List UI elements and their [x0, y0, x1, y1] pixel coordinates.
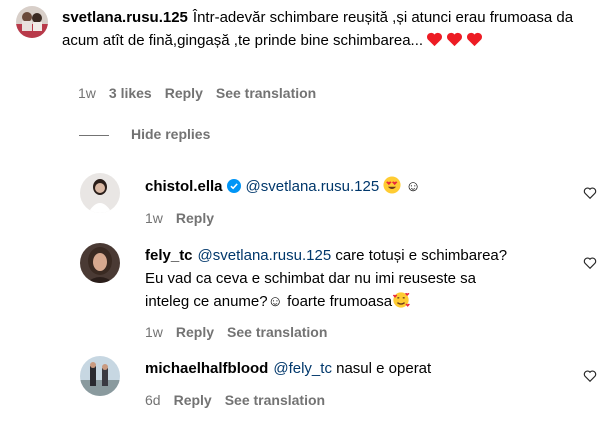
- reply-text: michaelhalfblood @fely_tc nasul e operat: [145, 357, 585, 380]
- heart-emoji-icon: [427, 32, 443, 47]
- like-heart-icon[interactable]: [583, 256, 597, 270]
- reply-line: fely_tc @svetlana.rusu.125 care totuși e …: [145, 244, 585, 267]
- likes-count-button[interactable]: 3 likes: [109, 85, 152, 101]
- reply-text: fely_tc @svetlana.rusu.125 care totuși e …: [145, 244, 585, 313]
- heart-eyes-emoji-icon: [383, 176, 401, 194]
- see-translation-button[interactable]: See translation: [227, 324, 327, 340]
- reply-body: ☺: [405, 178, 421, 195]
- reply-username[interactable]: michaelhalfblood: [145, 360, 268, 377]
- reply-meta: 6d Reply See translation: [145, 392, 338, 408]
- reply-meta: 1w Reply See translation: [145, 324, 340, 340]
- reply-text: chistol.ella @svetlana.rusu.125 ☺: [145, 175, 565, 198]
- reply-button[interactable]: Reply: [165, 85, 203, 101]
- reply-line: Eu vad ca ceva e schimbat dar nu imi reu…: [145, 270, 476, 287]
- reply-body-line3: inteleg ce anume?☺ foarte frumoasa: [145, 293, 393, 310]
- reply-time[interactable]: 6d: [145, 392, 161, 408]
- see-translation-button[interactable]: See translation: [216, 85, 316, 101]
- comment-time[interactable]: 1w: [78, 85, 96, 101]
- verified-badge-icon: [226, 179, 241, 193]
- comment-username[interactable]: svetlana.rusu.125: [62, 9, 188, 26]
- avatar[interactable]: [80, 243, 120, 283]
- reply-line: inteleg ce anume?☺ foarte frumoasa: [145, 290, 585, 313]
- hide-replies-line: [79, 135, 109, 136]
- reply-button[interactable]: Reply: [174, 392, 212, 408]
- reply-username[interactable]: chistol.ella: [145, 178, 223, 195]
- reply-body: nasul e operat: [336, 360, 432, 377]
- reply-button[interactable]: Reply: [176, 324, 214, 340]
- avatar[interactable]: [80, 356, 120, 396]
- comment-text: svetlana.rusu.125 Într-adevăr schimbare r…: [62, 6, 582, 52]
- comment-meta: 1w 3 likes Reply See translation: [78, 85, 329, 101]
- reply-mention[interactable]: @svetlana.rusu.125: [198, 247, 332, 264]
- avatar[interactable]: [16, 6, 48, 38]
- reply-meta: 1w Reply: [145, 210, 227, 226]
- heart-emoji-icon: [467, 32, 483, 47]
- heart-emoji-icon: [447, 32, 463, 47]
- hide-replies-label: Hide replies: [131, 126, 211, 142]
- reply-mention[interactable]: @fely_tc: [273, 360, 332, 377]
- like-heart-icon[interactable]: [583, 186, 597, 200]
- like-heart-icon[interactable]: [583, 369, 597, 383]
- reply-body-line1: care totuși e schimbarea?: [335, 247, 508, 264]
- smiling-face-with-hearts-emoji-icon: [393, 292, 410, 308]
- see-translation-button[interactable]: See translation: [225, 392, 325, 408]
- reply-time[interactable]: 1w: [145, 324, 163, 340]
- reply-username[interactable]: fely_tc: [145, 247, 193, 264]
- avatar[interactable]: [80, 173, 120, 213]
- reply-button[interactable]: Reply: [176, 210, 214, 226]
- reply-time[interactable]: 1w: [145, 210, 163, 226]
- reply-mention[interactable]: @svetlana.rusu.125: [246, 178, 380, 195]
